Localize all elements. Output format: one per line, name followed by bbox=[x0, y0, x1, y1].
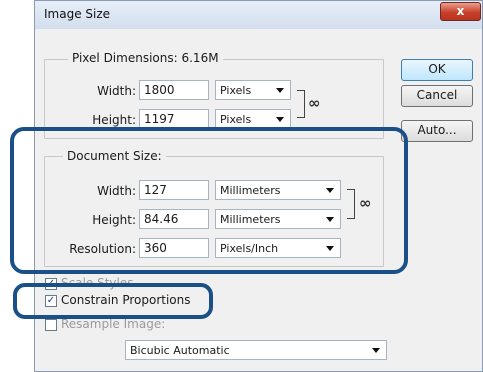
chevron-down-icon bbox=[276, 88, 284, 93]
pixel-constrain-bracket bbox=[297, 90, 305, 118]
pixel-width-label: Width: bbox=[97, 84, 136, 98]
pixel-width-input[interactable]: 1800 bbox=[139, 80, 209, 100]
ok-button[interactable]: OK bbox=[401, 59, 473, 81]
title-bar[interactable]: Image Size x bbox=[35, 1, 482, 29]
pixel-width-unit-select[interactable]: Pixels bbox=[215, 80, 291, 100]
resample-image-label: Resample Image: bbox=[61, 317, 166, 331]
close-button[interactable]: x bbox=[440, 2, 481, 21]
cancel-button[interactable]: Cancel bbox=[401, 85, 473, 107]
constrain-proportions-highlight bbox=[13, 283, 213, 319]
chevron-down-icon bbox=[372, 348, 380, 353]
chain-link-icon: ∞ bbox=[308, 94, 321, 112]
pixel-dimensions-legend: Pixel Dimensions: 6.16M bbox=[68, 51, 223, 65]
pixel-height-input[interactable]: 1197 bbox=[139, 109, 209, 129]
document-size-highlight bbox=[10, 127, 408, 274]
resample-method-select[interactable]: Bicubic Automatic bbox=[125, 340, 387, 360]
auto-button[interactable]: Auto... bbox=[401, 120, 473, 142]
pixel-height-label: Height: bbox=[92, 113, 136, 127]
pixel-dimensions-size: 6.16M bbox=[181, 51, 219, 65]
chevron-down-icon bbox=[276, 117, 284, 122]
resample-image-checkbox[interactable] bbox=[45, 319, 57, 331]
dialog-title: Image Size bbox=[44, 7, 111, 21]
pixel-height-unit-select[interactable]: Pixels bbox=[215, 109, 291, 129]
